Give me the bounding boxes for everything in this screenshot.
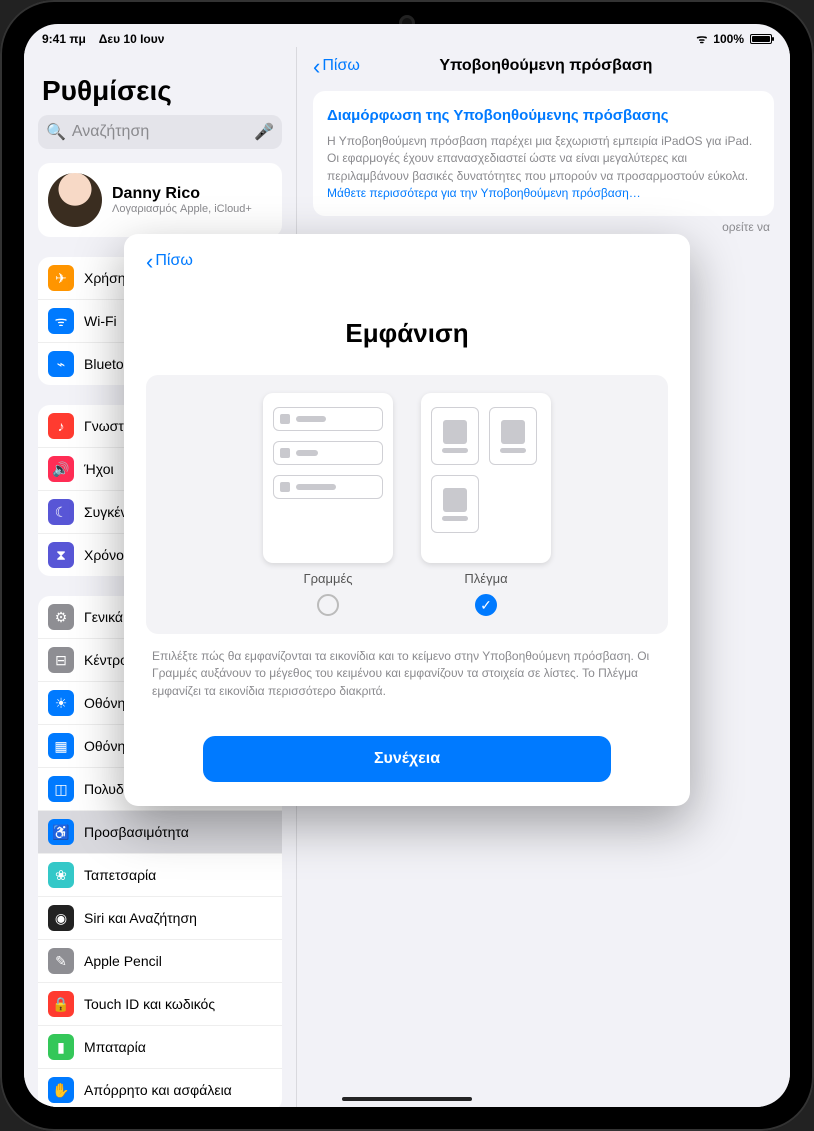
appearance-modal: Πίσω Εμφάνιση Γραμμές: [124, 234, 690, 806]
sidebar-item-icon: ☾: [48, 499, 74, 525]
sidebar-item-label: Ταπετσαρία: [84, 867, 156, 883]
sidebar-item-icon: ▮: [48, 1034, 74, 1060]
sidebar-item[interactable]: ◉ Siri και Αναζήτηση: [38, 897, 282, 940]
learn-more-link[interactable]: Μάθετε περισσότερα για την Υποβοηθούμενη…: [327, 186, 641, 200]
sidebar-item-icon: ✋: [48, 1077, 74, 1103]
choice-grid[interactable]: Πλέγμα ✓: [421, 393, 551, 616]
preview-rows-icon: [263, 393, 393, 563]
sidebar-item[interactable]: ♿ Προσβασιμότητα: [38, 811, 282, 854]
choice-grid-label: Πλέγμα: [464, 571, 507, 586]
sidebar-item-icon: ᯤ: [48, 308, 74, 334]
sidebar-item-icon: ♿: [48, 819, 74, 845]
sidebar-item-icon: ⧗: [48, 542, 74, 568]
continue-button[interactable]: Συνέχεια: [203, 736, 610, 782]
sidebar-item-label: Προσβασιμότητα: [84, 824, 189, 840]
sidebar-item-icon: ⌁: [48, 351, 74, 377]
account-sub: Λογαριασμός Apple, iCloud+: [112, 203, 252, 215]
sidebar-item[interactable]: ❀ Ταπετσαρία: [38, 854, 282, 897]
apple-id-row[interactable]: Danny Rico Λογαριασμός Apple, iCloud+: [38, 163, 282, 237]
sidebar-item[interactable]: ✎ Apple Pencil: [38, 940, 282, 983]
detail-title: Υποβοηθούμενη πρόσβαση: [318, 57, 774, 75]
preview-grid-icon: [421, 393, 551, 563]
status-time: 9:41 πμ: [42, 32, 86, 46]
sidebar-item-icon: ⊟: [48, 647, 74, 673]
sidebar-item-icon: ⚙: [48, 604, 74, 630]
sidebar-item-icon: ✈: [48, 265, 74, 291]
search-field[interactable]: 🔍 Αναζήτηση 🎤: [38, 115, 282, 149]
sidebar-item-label: Απόρρητο και ασφάλεια: [84, 1082, 232, 1098]
sidebar-item-icon: ✎: [48, 948, 74, 974]
sidebar-item-label: Wi-Fi: [84, 313, 117, 329]
modal-help-text: Επιλέξτε πώς θα εμφανίζονται τα εικονίδι…: [152, 648, 662, 700]
sidebar-item-icon: ♪: [48, 413, 74, 439]
radio-rows[interactable]: [317, 594, 339, 616]
status-bar: 9:41 πμ Δευ 10 Ιουν ᯤ 100%: [24, 24, 790, 47]
sidebar-item-icon: 🔊: [48, 456, 74, 482]
sidebar-item-icon: 🔒: [48, 991, 74, 1017]
battery-percent: 100%: [713, 32, 744, 46]
search-placeholder: Αναζήτηση: [72, 123, 254, 141]
sidebar-item-icon: ◉: [48, 905, 74, 931]
sidebar-item-label: Μπαταρία: [84, 1039, 146, 1055]
battery-icon: [750, 34, 772, 44]
sidebar-item-icon: ▦: [48, 733, 74, 759]
assistive-access-info: Διαμόρφωση της Υποβοηθούμενης πρόσβασης …: [313, 91, 774, 216]
sidebar-item-icon: ◫: [48, 776, 74, 802]
modal-back-button[interactable]: Πίσω: [146, 252, 668, 270]
sidebar-item[interactable]: ▮ Μπαταρία: [38, 1026, 282, 1069]
sidebar-item-label: Γενικά: [84, 609, 123, 625]
modal-heading: Εμφάνιση: [146, 318, 668, 349]
infobox-body: Η Υποβοηθούμενη πρόσβαση παρέχει μια ξεχ…: [327, 134, 752, 183]
sidebar-item[interactable]: ✋ Απόρρητο και ασφάλεια: [38, 1069, 282, 1107]
account-name: Danny Rico: [112, 185, 252, 203]
dictate-icon[interactable]: 🎤: [254, 122, 274, 142]
infobox-title: Διαμόρφωση της Υποβοηθούμενης πρόσβασης: [327, 105, 760, 127]
sidebar-item-icon: ❀: [48, 862, 74, 888]
sidebar-item-icon: ☀: [48, 690, 74, 716]
choice-rows[interactable]: Γραμμές: [263, 393, 393, 616]
sidebar-item[interactable]: 🔒 Touch ID και κωδικός: [38, 983, 282, 1026]
avatar: [48, 173, 102, 227]
sidebar-item-label: Touch ID και κωδικός: [84, 996, 215, 1012]
settings-title: Ρυθμίσεις: [24, 65, 296, 115]
sidebar-item-label: Apple Pencil: [84, 953, 162, 969]
sidebar-item-label: Ήχοι: [84, 461, 114, 477]
sidebar-item-label: Siri και Αναζήτηση: [84, 910, 197, 926]
choice-rows-label: Γραμμές: [303, 571, 352, 586]
search-icon: 🔍: [46, 122, 66, 142]
home-indicator[interactable]: [342, 1097, 472, 1101]
wifi-icon: ᯤ: [696, 30, 707, 47]
radio-grid[interactable]: ✓: [475, 594, 497, 616]
status-date: Δευ 10 Ιουν: [99, 32, 165, 46]
layout-choice-group: Γραμμές Πλέγμα ✓: [146, 375, 668, 634]
